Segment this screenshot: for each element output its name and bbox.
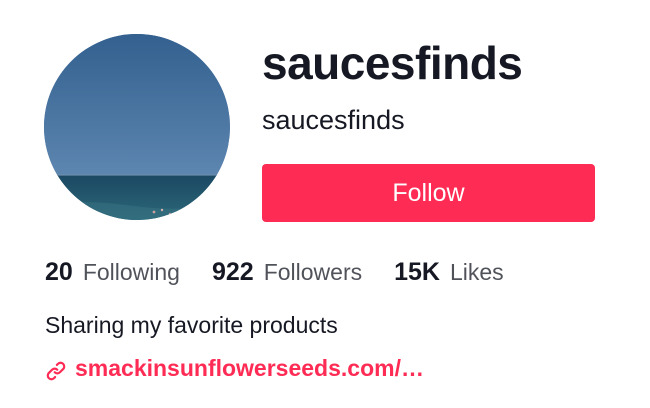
profile-link-text: smackinsunflowerseeds.com/… xyxy=(75,355,424,381)
followers-count: 922 xyxy=(211,258,254,286)
avatar[interactable] xyxy=(44,34,230,220)
stat-following[interactable]: 20 Following xyxy=(45,258,180,287)
link-icon xyxy=(46,361,66,380)
profile-link[interactable]: smackinsunflowerseeds.com/… xyxy=(45,355,424,382)
likes-count: 15K xyxy=(394,258,440,286)
avatar-image xyxy=(44,34,230,220)
stat-followers[interactable]: 922 Followers xyxy=(212,258,362,287)
following-label: Following xyxy=(82,259,180,285)
bio-text: Sharing my favorite products xyxy=(45,312,338,338)
stat-likes: 15K Likes xyxy=(394,258,504,287)
nickname: saucesfinds xyxy=(262,105,405,135)
username: saucesfinds xyxy=(262,37,523,89)
stats-row: 20 Following 922 Followers 15K Likes xyxy=(45,258,536,287)
profile-header: saucesfinds saucesfinds Follow 20 Follow… xyxy=(0,0,650,408)
followers-label: Followers xyxy=(263,259,363,285)
follow-button[interactable]: Follow xyxy=(262,164,595,222)
likes-label: Likes xyxy=(449,259,504,285)
following-count: 20 xyxy=(45,258,73,286)
